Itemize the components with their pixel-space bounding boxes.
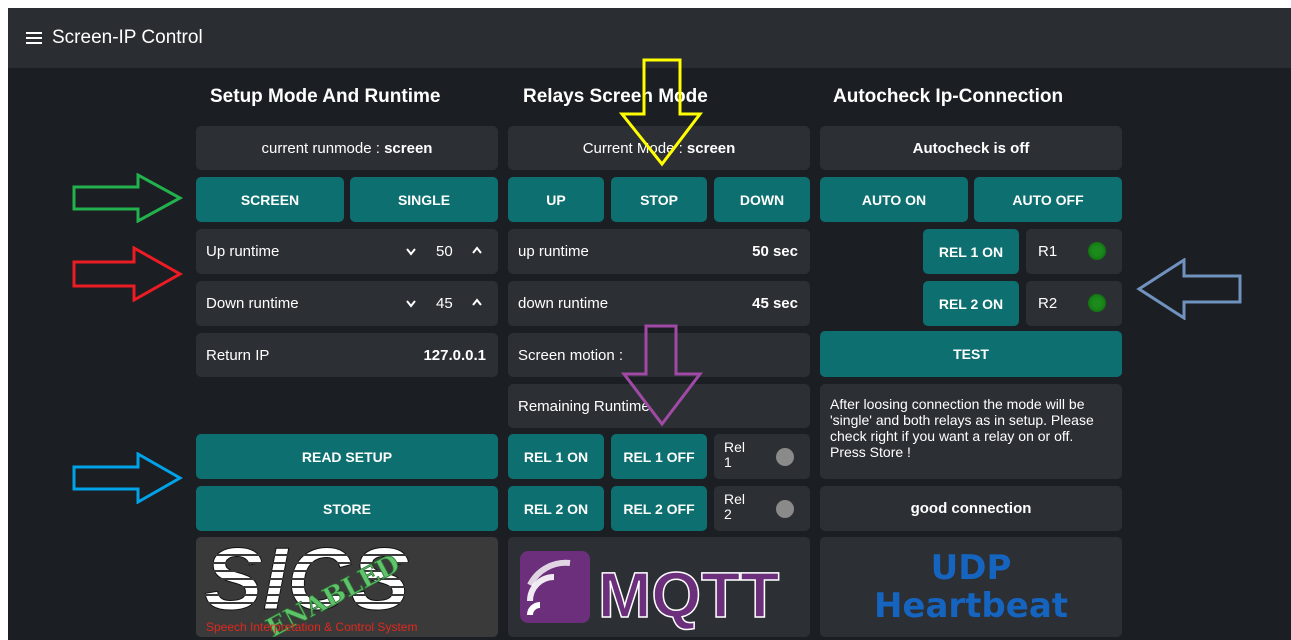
rel1-status-label: Rel 1 <box>724 439 746 470</box>
setup-title: Setup Mode And Runtime <box>210 86 441 107</box>
screen-motion-label: Screen motion : <box>518 346 624 364</box>
autocheck-note-card: After loosing connection the mode will b… <box>820 384 1122 479</box>
app-window: Screen-IP Control Setup Mode And Runtime… <box>8 8 1291 640</box>
rel2-on-button[interactable]: REL 2 ON <box>508 486 604 531</box>
down-runtime-card: down runtime 45 sec <box>508 281 810 326</box>
udp-heartbeat-logo: UDP Heartbeat <box>820 537 1122 637</box>
auto-on-button[interactable]: AUTO ON <box>820 177 968 222</box>
autocheck-status: Autocheck is off <box>820 126 1122 170</box>
led-indicator-icon <box>776 500 794 518</box>
return-ip-value: 127.0.0.1 <box>423 346 486 364</box>
arrow-annotation-icon <box>1136 258 1242 320</box>
runmode-card: current runmode : screen <box>196 126 498 170</box>
sics-logo: SICS ENABLED Speech Interpretation & Con… <box>196 537 498 637</box>
led-indicator-icon <box>1088 242 1106 260</box>
down-button[interactable]: DOWN <box>714 177 810 222</box>
arrow-annotation-icon <box>618 58 704 167</box>
read-setup-button[interactable]: READ SETUP <box>196 434 498 479</box>
arrow-annotation-icon <box>620 324 704 427</box>
relay-up-runtime-value: 50 sec <box>752 243 798 260</box>
heartbeat-text: Heartbeat <box>874 586 1068 626</box>
rel2-off-button[interactable]: REL 2 OFF <box>611 486 707 531</box>
rel1-on-button[interactable]: REL 1 ON <box>508 434 604 479</box>
arrow-annotation-icon <box>72 452 184 504</box>
store-button[interactable]: STORE <box>196 486 498 531</box>
rel1-off-button[interactable]: REL 1 OFF <box>611 434 707 479</box>
auto-rel1-on-button[interactable]: REL 1 ON <box>923 229 1019 274</box>
rel2-status: Rel 2 <box>714 486 810 531</box>
autocheck-note: After loosing connection the mode will b… <box>830 396 1094 460</box>
test-button[interactable]: TEST <box>820 331 1122 377</box>
arrow-annotation-icon <box>72 173 184 223</box>
up-runtime-label: Up runtime <box>206 243 280 260</box>
chevron-up-icon[interactable] <box>472 298 482 308</box>
up-runtime-card: up runtime 50 sec <box>508 229 810 274</box>
relay-down-runtime-label: down runtime <box>518 295 609 312</box>
r2-label: R2 <box>1038 295 1058 312</box>
up-runtime-value[interactable]: 50 <box>436 243 453 260</box>
rel2-status-label: Rel 2 <box>724 491 746 522</box>
chevron-down-icon[interactable] <box>406 300 416 310</box>
mqtt-text: MQTT <box>598 559 779 631</box>
screen-mode-button[interactable]: SCREEN <box>196 177 344 222</box>
connection-status: good connection <box>820 486 1122 531</box>
rel1-status: Rel 1 <box>714 434 810 479</box>
runmode-value: screen <box>384 139 433 157</box>
return-ip-label: Return IP <box>206 346 270 364</box>
up-runtime-stepper[interactable]: Up runtime 50 <box>196 229 498 274</box>
menu-icon[interactable] <box>26 32 42 44</box>
app-title: Screen-IP Control <box>52 27 203 48</box>
mqtt-logo: MQTT <box>508 537 810 637</box>
arrow-annotation-icon <box>72 246 184 302</box>
udp-text: UDP <box>931 548 1012 588</box>
chevron-down-icon[interactable] <box>406 248 416 258</box>
down-runtime-value[interactable]: 45 <box>436 295 453 312</box>
relay-up-runtime-label: up runtime <box>518 243 589 260</box>
r2-status: R2 <box>1026 281 1122 326</box>
autocheck-title: Autocheck Ip-Connection <box>833 86 1064 107</box>
return-ip-card: Return IP 127.0.0.1 <box>196 333 498 377</box>
r1-status: R1 <box>1026 229 1122 274</box>
runmode-label: current runmode : <box>261 139 385 157</box>
up-button[interactable]: UP <box>508 177 604 222</box>
auto-off-button[interactable]: AUTO OFF <box>974 177 1122 222</box>
relay-down-runtime-value: 45 sec <box>752 295 798 312</box>
r1-label: R1 <box>1038 243 1058 260</box>
auto-rel2-on-button[interactable]: REL 2 ON <box>923 281 1019 326</box>
down-runtime-label: Down runtime <box>206 295 299 312</box>
led-indicator-icon <box>1088 294 1106 312</box>
stop-button[interactable]: STOP <box>611 177 707 222</box>
single-mode-button[interactable]: SINGLE <box>350 177 498 222</box>
sics-caption: Speech Interpretation & Control System <box>206 620 417 634</box>
chevron-up-icon[interactable] <box>472 246 482 256</box>
led-indicator-icon <box>776 448 794 466</box>
down-runtime-stepper[interactable]: Down runtime 45 <box>196 281 498 326</box>
